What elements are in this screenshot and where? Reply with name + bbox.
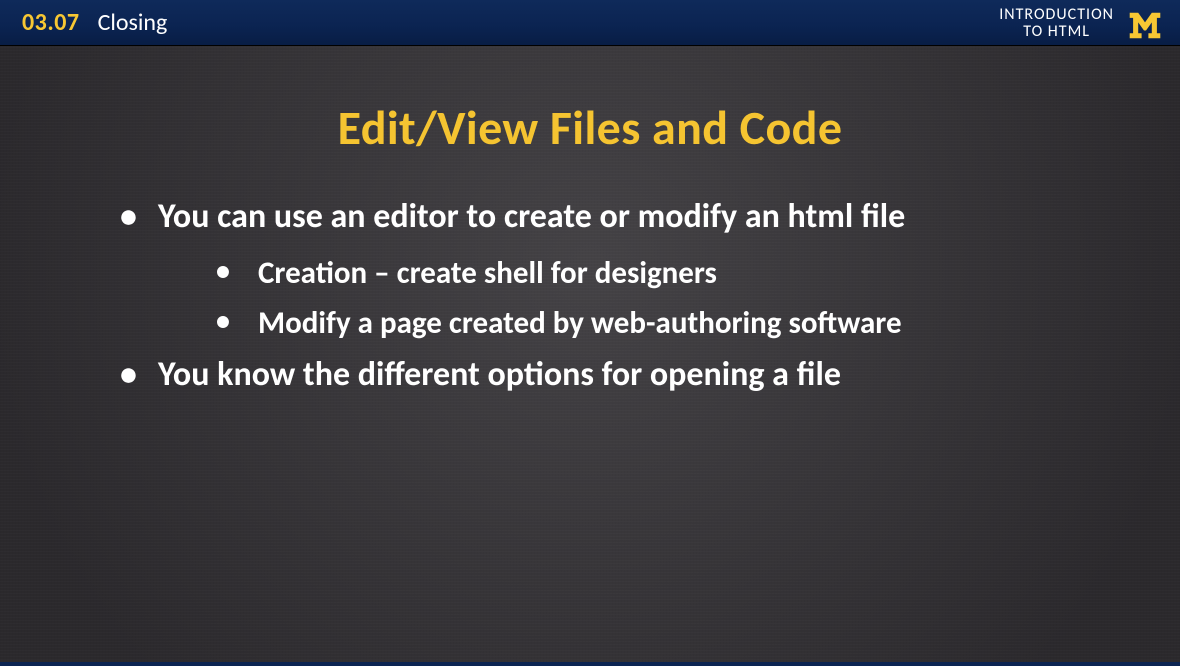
course-title-line2: TO HTML — [999, 23, 1114, 40]
bullet-text: You know the different options for openi… — [158, 354, 841, 395]
list-item: You can use an editor to create or modif… — [120, 193, 1120, 345]
lesson-number: 03.07 — [22, 8, 80, 37]
michigan-logo-icon — [1128, 6, 1162, 40]
bullet-text: Modify a page created by web-authoring s… — [258, 304, 902, 342]
list-item: Modify a page created by web-authoring s… — [158, 301, 1120, 345]
list-item: You know the different options for openi… — [120, 351, 1120, 399]
slide-title: Edit/View Files and Code — [0, 98, 1180, 157]
bottom-border — [0, 662, 1180, 666]
course-title-line1: INTRODUCTION — [999, 6, 1114, 23]
section-title: Closing — [98, 8, 168, 37]
bullet-text: You can use an editor to create or modif… — [158, 196, 905, 237]
slide-content: You can use an editor to create or modif… — [0, 193, 1180, 400]
slide: 03.07 Closing INTRODUCTION TO HTML Edit/… — [0, 0, 1180, 666]
bullet-text: Creation – create shell for designers — [258, 254, 717, 292]
slide-body: Edit/View Files and Code You can use an … — [0, 46, 1180, 666]
course-title: INTRODUCTION TO HTML — [999, 6, 1114, 40]
header-bar: 03.07 Closing INTRODUCTION TO HTML — [0, 0, 1180, 46]
list-item: Creation – create shell for designers — [158, 251, 1120, 295]
